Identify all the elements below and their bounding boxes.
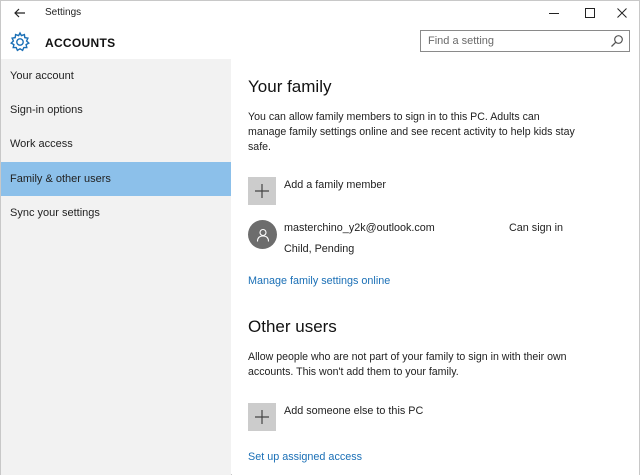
other-users-description: Allow people who are not part of your fa… [248,351,567,378]
maximize-button[interactable] [573,1,607,25]
minimize-icon [549,13,559,14]
settings-window: Settings ACCOUNTS Your [0,0,640,475]
user-icon [256,228,269,242]
other-users-heading: Other users [248,317,337,336]
add-other-user-button[interactable] [248,403,276,431]
plus-icon [255,410,269,424]
sidebar-item-your-account[interactable]: Your account [1,59,231,93]
window-title: Settings [45,7,82,18]
set-up-assigned-access-link[interactable]: Set up assigned access [248,451,362,463]
sidebar-item-label: Work access [10,138,73,150]
title-bar: Settings [1,1,639,25]
sidebar-item-work-access[interactable]: Work access [1,127,231,161]
sidebar-item-sync-settings[interactable]: Sync your settings [1,196,231,230]
gear-icon [10,31,30,52]
member-access-status: Can sign in [509,222,564,234]
close-button[interactable] [605,1,639,25]
sidebar-item-sign-in-options[interactable]: Sign-in options [1,93,231,127]
sidebar-item-family-other-users[interactable]: Family & other users [1,162,231,196]
page-title: ACCOUNTS [45,36,116,50]
search-box[interactable] [420,30,630,52]
close-icon [617,8,627,18]
minimize-button[interactable] [537,1,571,25]
back-button[interactable] [9,3,31,23]
member-email[interactable]: masterchino_y2k@outlook.com [284,222,435,234]
member-status: Child, Pending [284,243,355,255]
avatar [248,220,277,249]
add-family-member-button[interactable] [248,177,276,205]
search-input[interactable] [421,31,607,51]
sidebar-item-label: Your account [10,70,74,82]
search-icon[interactable] [610,34,624,48]
manage-family-settings-link[interactable]: Manage family settings online [248,275,390,287]
plus-icon [255,184,269,198]
sidebar: Your account Sign-in options Work access… [1,59,231,475]
add-other-user-label[interactable]: Add someone else to this PC [284,405,423,417]
add-family-member-label[interactable]: Add a family member [284,179,386,191]
page-header: ACCOUNTS [1,25,639,59]
maximize-icon [585,8,595,18]
your-family-heading: Your family [248,77,332,96]
main-content: Your family You can allow family members… [232,59,639,475]
sidebar-item-label: Family & other users [10,173,111,185]
back-arrow-icon [14,8,25,18]
sidebar-item-label: Sync your settings [10,207,100,219]
family-description: You can allow family members to sign in … [248,111,575,153]
sidebar-item-label: Sign-in options [10,104,83,116]
